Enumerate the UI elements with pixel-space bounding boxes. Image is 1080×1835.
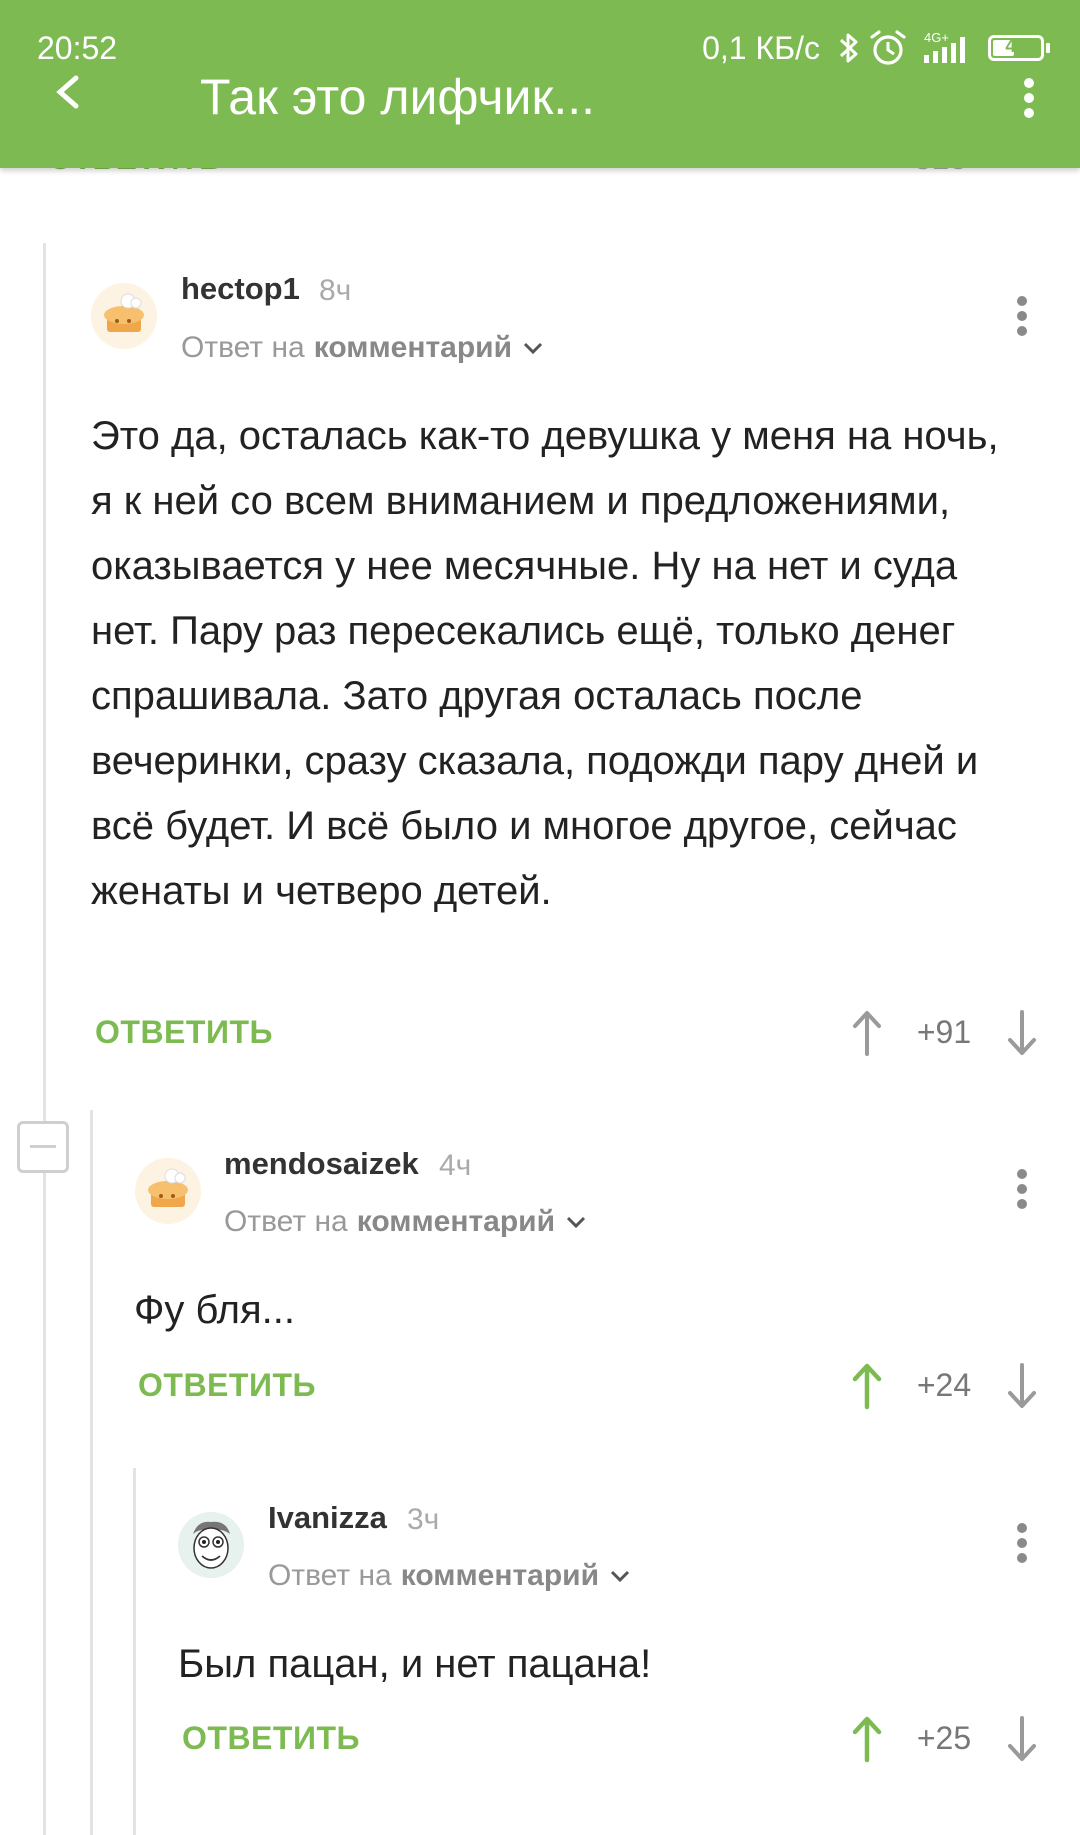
thread-line-level-1 <box>43 243 46 1835</box>
comment-author[interactable]: hectop1 <box>181 271 300 307</box>
reply-to-prefix: Ответ на <box>268 1559 392 1592</box>
comment-time: 4ч <box>439 1149 472 1182</box>
cartoon-face-avatar-icon <box>178 1512 244 1578</box>
reply-to-link[interactable]: Ответ на комментарий <box>224 1205 587 1239</box>
comment-author[interactable]: Ivanizza <box>268 1500 387 1536</box>
chevron-down-icon <box>523 342 543 355</box>
upvote-arrow-icon[interactable] <box>850 1361 884 1411</box>
thread-line-level-3 <box>133 1468 136 1835</box>
reply-to-target: комментарий <box>356 1205 556 1238</box>
more-vert-icon[interactable] <box>1015 1168 1029 1210</box>
upvote-arrow-icon[interactable] <box>850 1008 884 1058</box>
comment-author[interactable]: mendosaizek <box>224 1146 419 1182</box>
avatar[interactable] <box>178 1512 244 1578</box>
page-title: Так это лифчик... <box>200 69 595 125</box>
battery-level: 41 <box>1005 36 1027 57</box>
signal-icon: 4G+ <box>924 30 965 63</box>
avatar[interactable] <box>135 1158 201 1224</box>
reply-to-link[interactable]: Ответ на комментарий <box>181 331 544 365</box>
comment-score: +91 <box>916 1014 972 1050</box>
chef-avatar-icon <box>91 283 157 349</box>
collapse-thread-button[interactable] <box>17 1121 69 1173</box>
reply-to-prefix: Ответ на <box>181 331 305 364</box>
downvote-arrow-icon[interactable] <box>1005 1714 1039 1764</box>
alarm-icon <box>870 30 906 65</box>
more-vert-icon[interactable] <box>1022 78 1036 118</box>
reply-to-link[interactable]: Ответ на комментарий <box>268 1559 631 1593</box>
chevron-down-icon <box>610 1570 630 1583</box>
comment-time: 8ч <box>319 274 352 307</box>
reply-button[interactable]: ОТВЕТИТЬ <box>95 1014 273 1051</box>
comment-score: +24 <box>916 1367 972 1403</box>
arrow-left-icon[interactable] <box>48 72 88 112</box>
status-time: 20:52 <box>37 30 118 66</box>
reply-to-target: комментарий <box>313 331 513 364</box>
battery-icon: 41 <box>988 35 1050 61</box>
comment-text: Был пацан, и нет пацана! <box>178 1642 652 1686</box>
comment-time: 3ч <box>407 1503 440 1536</box>
comment-score: +25 <box>916 1720 972 1756</box>
downvote-arrow-icon[interactable] <box>1005 1361 1039 1411</box>
chevron-down-icon <box>566 1216 586 1229</box>
chef-avatar-icon <box>135 1158 201 1224</box>
more-vert-icon[interactable] <box>1015 1522 1029 1564</box>
network-speed: 0,1 КБ/с <box>702 29 820 66</box>
thread-line-level-2 <box>90 1110 93 1835</box>
reply-to-target: комментарий <box>400 1559 600 1592</box>
app-bar: 20:52 0,1 КБ/с 4G+ 41 Так это лифчик... <box>0 0 1080 168</box>
upvote-arrow-icon[interactable] <box>850 1714 884 1764</box>
status-icons: 0,1 КБ/с 4G+ 41 <box>702 28 1050 68</box>
downvote-arrow-icon[interactable] <box>1005 1008 1039 1058</box>
avatar[interactable] <box>91 283 157 349</box>
more-vert-icon[interactable] <box>1015 295 1029 337</box>
reply-button[interactable]: ОТВЕТИТЬ <box>182 1720 360 1757</box>
svg-text:4G+: 4G+ <box>924 30 949 45</box>
reply-to-prefix: Ответ на <box>224 1205 348 1238</box>
reply-button[interactable]: ОТВЕТИТЬ <box>138 1367 316 1404</box>
comment-text: Это да, осталась как-то девушка у меня н… <box>91 414 999 913</box>
comment-text: Фу бля... <box>134 1288 295 1332</box>
bluetooth-icon <box>839 33 858 63</box>
